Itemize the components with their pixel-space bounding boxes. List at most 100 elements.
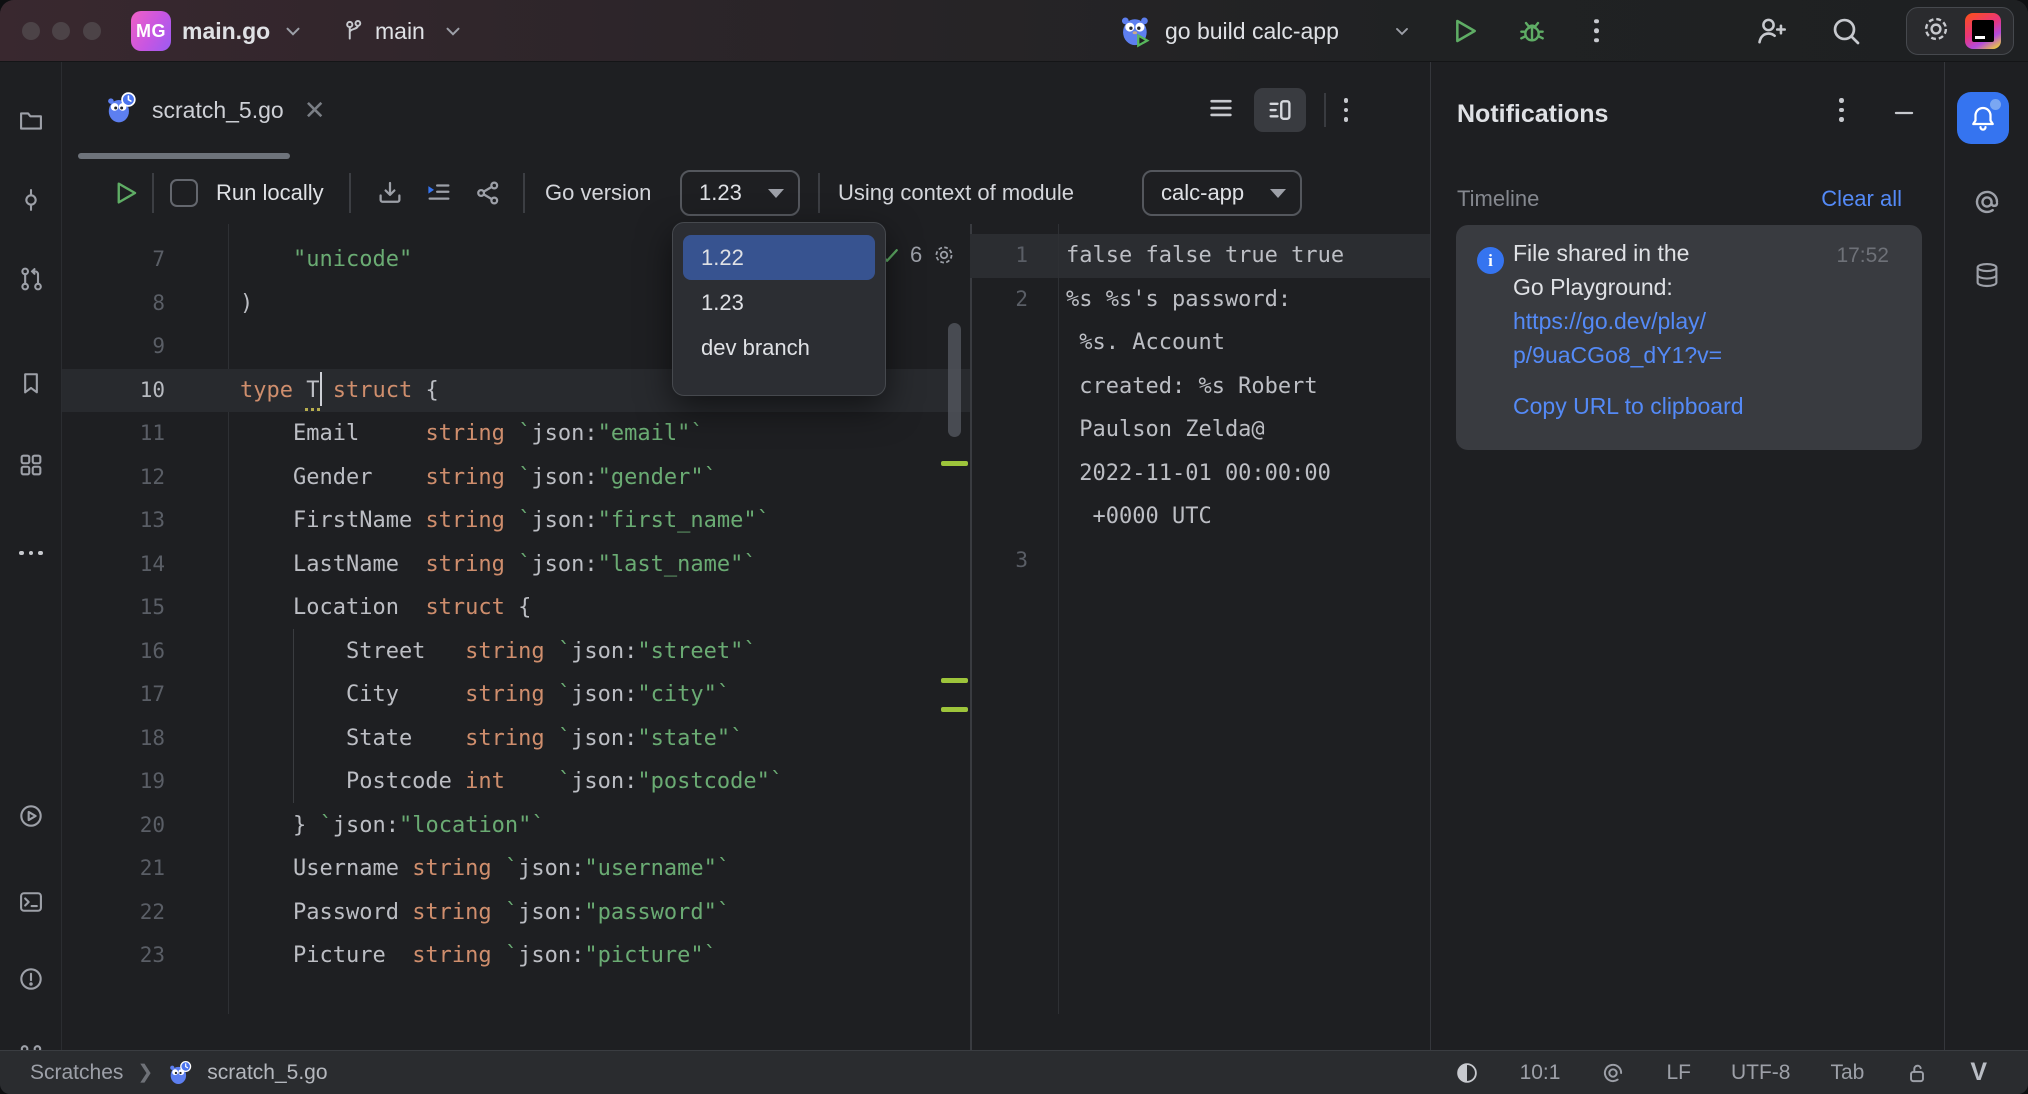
output-row[interactable]: %s. Account: [970, 321, 1430, 365]
status-bar: Scratches ❯ scratch_5.go 10:1: [0, 1050, 2028, 1094]
timeline-section-label: Timeline: [1457, 186, 1539, 212]
scroll-to-caret-icon[interactable]: [424, 178, 454, 208]
minimize-panel-icon[interactable]: [1889, 98, 1919, 128]
output-row[interactable]: Paulson Zelda@: [970, 408, 1430, 452]
code-line[interactable]: 12 Gender string `json:"gender"`: [62, 456, 970, 500]
tab-close-icon[interactable]: ✕: [304, 97, 326, 123]
file-encoding[interactable]: UTF-8: [1731, 1061, 1791, 1085]
code-line[interactable]: 18 State string `json:"state"`: [62, 717, 970, 761]
clear-all-link[interactable]: Clear all: [1821, 186, 1902, 212]
editor-scrollbar-thumb[interactable]: [948, 323, 961, 437]
error-stripe-mark[interactable]: [941, 678, 968, 683]
output-line-number: [970, 365, 1028, 409]
inspection-settings-gear-icon: [931, 242, 957, 268]
go-version-popup: 1.221.23dev branch: [672, 222, 886, 396]
bookmarks-icon[interactable]: [17, 369, 45, 397]
code-line[interactable]: 16 Street string `json:"street"`: [62, 630, 970, 674]
settings-group: [1906, 7, 2014, 55]
commit-icon[interactable]: [17, 186, 45, 214]
add-user-icon[interactable]: [1752, 13, 1788, 49]
playground-link[interactable]: https://go.dev/play/ p/9uaCGo8_dY1?v=: [1513, 304, 1722, 372]
branch-selector[interactable]: main: [375, 0, 425, 62]
contrast-icon[interactable]: [1454, 1060, 1480, 1086]
split-preview-toggle[interactable]: [1254, 88, 1306, 132]
popup-item-1.22[interactable]: 1.22: [683, 235, 875, 280]
ideavim-badge[interactable]: V: [1970, 1058, 1986, 1087]
search-icon[interactable]: [1828, 13, 1864, 49]
inspections-widget[interactable]: 6: [878, 242, 957, 268]
settings-gear-icon[interactable]: [1919, 12, 1953, 51]
output-row[interactable]: 3: [970, 539, 1430, 583]
caret-position[interactable]: 10:1: [1520, 1061, 1561, 1085]
run-button[interactable]: [1448, 15, 1480, 47]
popup-item-1.23[interactable]: 1.23: [683, 280, 875, 325]
breadcrumb-file[interactable]: scratch_5.go: [207, 1061, 327, 1085]
ai-assistant-icon[interactable]: [1971, 186, 2003, 223]
output-row[interactable]: created: %s Robert: [970, 365, 1430, 409]
output-row[interactable]: 2022-11-01 00:00:00: [970, 452, 1430, 496]
share-icon[interactable]: [473, 178, 503, 208]
run-tool-window-icon[interactable]: [17, 802, 45, 830]
lock-icon[interactable]: [1904, 1060, 1930, 1086]
jetbrains-plugin-icon[interactable]: [1965, 13, 2001, 49]
tab-scratch-5-go[interactable]: scratch_5.go ✕: [94, 62, 336, 158]
notification-time: 17:52: [1836, 244, 1889, 268]
code-line[interactable]: 11 Email string `json:"email"`: [62, 412, 970, 456]
code-line[interactable]: 19 Postcode int `json:"postcode"`: [62, 760, 970, 804]
project-folder-icon[interactable]: [17, 107, 45, 135]
code-line[interactable]: 21 Username string `json:"username"`: [62, 847, 970, 891]
run-scratch-button[interactable]: [110, 178, 140, 208]
go-version-dropdown[interactable]: 1.23: [680, 170, 800, 216]
titlebar: MG main.go main go build calc-app: [0, 0, 2028, 62]
traffic-light-zoom[interactable]: [83, 22, 101, 40]
import-icon[interactable]: [375, 178, 405, 208]
git-branch-icon: [340, 18, 366, 44]
copy-url-link[interactable]: Copy URL to clipboard: [1513, 389, 1744, 423]
structure-icon[interactable]: [17, 451, 45, 479]
output-rows[interactable]: 1false false true true2%s %s's password:…: [970, 234, 1430, 582]
project-badge[interactable]: MG: [131, 11, 171, 51]
code-line[interactable]: 23 Picture string `json:"picture"`: [62, 934, 970, 978]
dropdown-arrow-icon: [768, 189, 784, 198]
error-stripe-mark[interactable]: [941, 707, 968, 712]
code-line[interactable]: 15 Location struct {: [62, 586, 970, 630]
database-icon[interactable]: [1972, 260, 2002, 295]
code-line[interactable]: 22 Password string `json:"password"`: [62, 891, 970, 935]
editor-tab-bar: scratch_5.go ✕: [62, 62, 1430, 162]
single-view-icon[interactable]: [1206, 93, 1236, 128]
code-line[interactable]: 17 City string `json:"city"`: [62, 673, 970, 717]
editor-options-icon[interactable]: [1344, 98, 1349, 122]
traffic-light-close[interactable]: [22, 22, 40, 40]
output-row[interactable]: +0000 UTC: [970, 495, 1430, 539]
indent-style[interactable]: Tab: [1830, 1061, 1864, 1085]
line-number: 14: [62, 543, 165, 587]
more-options-icon[interactable]: [1594, 19, 1599, 43]
traffic-light-minimize[interactable]: [52, 22, 70, 40]
terminal-icon[interactable]: [17, 888, 45, 916]
pull-requests-icon[interactable]: [17, 265, 45, 293]
run-locally-checkbox[interactable]: [170, 179, 198, 207]
notification-card[interactable]: i File shared in the Go Playground: http…: [1456, 225, 1922, 450]
module-dropdown[interactable]: calc-app: [1142, 170, 1302, 216]
indent-guide: [293, 629, 294, 803]
popup-item-dev-branch[interactable]: dev branch: [683, 325, 875, 370]
code-line[interactable]: 13 FirstName string `json:"first_name"`: [62, 499, 970, 543]
notifications-bell-button[interactable]: [1957, 92, 2009, 144]
info-icon: i: [1477, 247, 1504, 274]
project-selector[interactable]: main.go: [182, 0, 270, 62]
output-row[interactable]: 1false false true true: [970, 234, 1430, 278]
output-row[interactable]: 2%s %s's password:: [970, 278, 1430, 322]
error-stripe-mark[interactable]: [941, 461, 968, 466]
debug-button[interactable]: [1516, 15, 1548, 47]
more-tool-windows-icon[interactable]: [17, 539, 45, 567]
line-separator[interactable]: LF: [1666, 1061, 1691, 1085]
go-version-label: Go version: [545, 180, 651, 206]
problems-icon[interactable]: [17, 965, 45, 993]
notifications-menu-icon[interactable]: [1839, 98, 1844, 122]
breadcrumb-scratches[interactable]: Scratches: [30, 1061, 123, 1085]
chevron-down-icon: [442, 20, 464, 42]
code-line[interactable]: 14 LastName string `json:"last_name"`: [62, 543, 970, 587]
run-configuration-selector[interactable]: go build calc-app: [1165, 0, 1339, 62]
ai-status-icon[interactable]: [1600, 1060, 1626, 1086]
code-line[interactable]: 20 } `json:"location"`: [62, 804, 970, 848]
